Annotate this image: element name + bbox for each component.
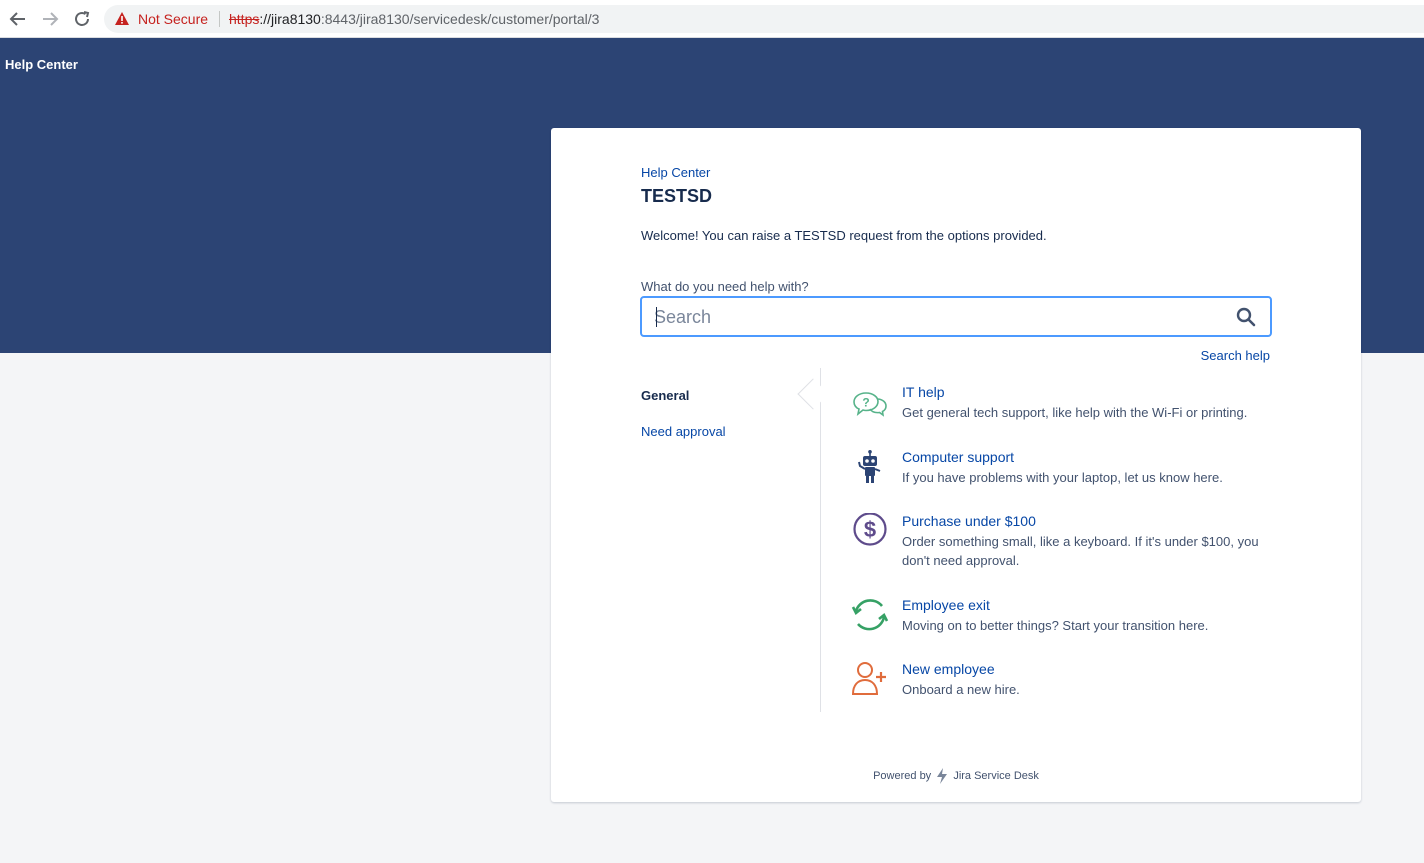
welcome-message: Welcome! You can raise a TESTSD request … bbox=[641, 228, 1047, 243]
text-cursor bbox=[656, 307, 657, 327]
reload-icon bbox=[75, 11, 90, 26]
portal-card: Help Center TESTSD Welcome! You can rais… bbox=[551, 128, 1361, 802]
group-general[interactable]: General bbox=[641, 388, 689, 403]
speech-bubbles-icon: ? bbox=[853, 392, 887, 417]
search-label: What do you need help with? bbox=[641, 279, 809, 294]
robot-icon bbox=[858, 450, 881, 483]
group-need-approval[interactable]: Need approval bbox=[641, 424, 726, 439]
search-input[interactable] bbox=[654, 303, 1224, 331]
request-type-description: Moving on to better things? Start your t… bbox=[902, 618, 1209, 633]
group-divider bbox=[820, 368, 821, 712]
svg-text:?: ? bbox=[862, 396, 869, 410]
url-text[interactable]: https://jira8130:8443/jira8130/servicede… bbox=[229, 11, 599, 27]
request-type-description: Order something small, like a keyboard. … bbox=[902, 534, 1259, 568]
add-person-icon bbox=[851, 662, 886, 695]
browser-toolbar: Not Secure https://jira8130:8443/jira813… bbox=[0, 0, 1424, 38]
request-type-name[interactable]: IT help bbox=[902, 384, 945, 400]
selected-group-pointer bbox=[797, 378, 829, 410]
search-field[interactable] bbox=[640, 296, 1272, 337]
powered-by-label: Powered by bbox=[873, 770, 932, 782]
powered-by-footer: Powered by Jira Service Desk bbox=[551, 768, 1361, 784]
help-center-home-link[interactable]: Help Center bbox=[5, 57, 78, 72]
back-button[interactable] bbox=[8, 9, 28, 29]
request-type-description: Get general tech support, like help with… bbox=[902, 405, 1248, 420]
svg-text:$: $ bbox=[864, 517, 876, 542]
search-help-link[interactable]: Search help bbox=[1201, 348, 1270, 363]
url-divider bbox=[219, 11, 220, 27]
arrow-right-icon bbox=[43, 12, 59, 26]
security-label[interactable]: Not Secure bbox=[138, 11, 208, 27]
reload-button[interactable] bbox=[72, 9, 92, 29]
lightning-bolt-icon bbox=[937, 768, 948, 784]
request-type-name[interactable]: Purchase under $100 bbox=[902, 513, 1036, 529]
request-type-description: If you have problems with your laptop, l… bbox=[902, 470, 1223, 485]
request-type-name[interactable]: New employee bbox=[902, 661, 995, 677]
address-bar[interactable]: Not Secure https://jira8130:8443/jira813… bbox=[104, 5, 1424, 33]
dollar-icon: $ bbox=[853, 513, 887, 546]
request-type-name[interactable]: Employee exit bbox=[902, 597, 990, 613]
portal-title: TESTSD bbox=[641, 186, 713, 206]
cycle-arrows-icon bbox=[851, 599, 889, 631]
forward-button[interactable] bbox=[40, 9, 60, 29]
breadcrumb-help-center[interactable]: Help Center bbox=[641, 165, 710, 180]
url-path: :8443/jira8130/servicedesk/customer/port… bbox=[320, 11, 600, 27]
search-icon[interactable] bbox=[1236, 307, 1256, 327]
url-scheme: https bbox=[229, 11, 260, 27]
product-name-link[interactable]: Jira Service Desk bbox=[953, 770, 1039, 782]
request-type-name[interactable]: Computer support bbox=[902, 449, 1014, 465]
warning-icon bbox=[115, 12, 129, 25]
arrow-left-icon bbox=[9, 12, 25, 26]
request-type-description: Onboard a new hire. bbox=[902, 682, 1020, 697]
url-host: ://jira8130 bbox=[259, 11, 321, 27]
